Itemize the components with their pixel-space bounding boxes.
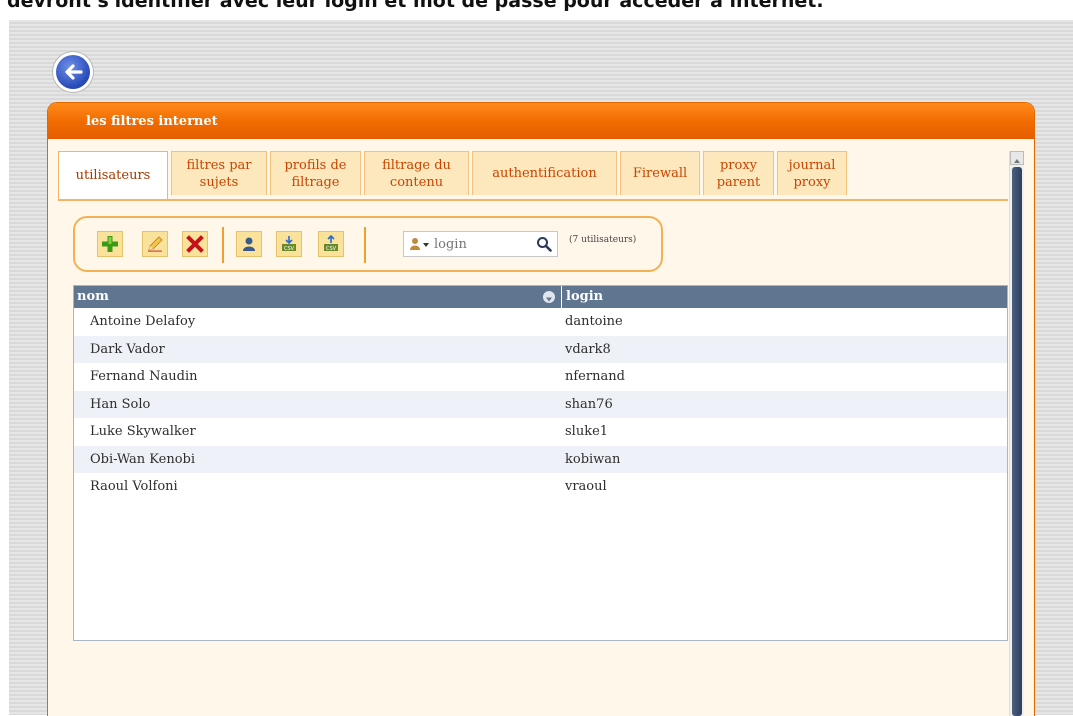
svg-text:CSV: CSV (284, 246, 295, 252)
back-arrow-icon (56, 55, 90, 89)
cell-nom: Han Solo (90, 396, 151, 412)
cell-nom: Obi-Wan Kenobi (90, 451, 196, 467)
tab-filtrage-du-contenu[interactable]: filtrage du contenu (364, 151, 469, 195)
delete-icon (186, 235, 204, 253)
cell-login: vraoul (565, 479, 607, 494)
search-box (403, 231, 558, 257)
add-icon (102, 236, 118, 252)
tab-journal-proxy[interactable]: journal proxy (777, 151, 847, 195)
table-row[interactable]: Obi-Wan Kenobi kobiwan (74, 445, 1007, 473)
table-row[interactable]: Luke Skywalker sluke1 (74, 418, 1007, 446)
toolbar-separator (222, 227, 224, 263)
toolbar: CSV CSV login (7 utilisateurs) (73, 216, 663, 272)
search-input[interactable] (434, 234, 529, 254)
tab-bar: utilisateurs filtres par sujets profils … (58, 151, 850, 199)
cell-nom: Raoul Volfoni (90, 479, 178, 494)
csv-export-button[interactable]: CSV (318, 231, 344, 257)
tab-profils-de-filtrage[interactable]: profils de filtrage (270, 151, 361, 195)
csv-export-icon: CSV (324, 235, 338, 252)
cell-login: dantoine (565, 314, 623, 329)
magnifier-icon[interactable] (536, 236, 552, 252)
table-header: nom login (74, 286, 1007, 308)
cell-nom: Fernand Naudin (90, 369, 198, 384)
page-caption: devront s'identifier avec leur login et … (7, 0, 824, 12)
svg-text:CSV: CSV (326, 246, 337, 252)
csv-import-button[interactable]: CSV (276, 231, 302, 257)
table-row[interactable]: Han Solo shan76 (74, 390, 1007, 418)
cell-login: kobiwan (565, 451, 621, 467)
tab-proxy-parent[interactable]: proxy parent (703, 151, 774, 195)
table-row[interactable]: Dark Vador vdark8 (74, 335, 1007, 363)
scroll-thumb[interactable] (1012, 167, 1022, 716)
table-row[interactable]: Raoul Volfoni vraoul (74, 473, 1007, 501)
column-header-label: nom (77, 289, 109, 304)
tab-authentification[interactable]: authentification (472, 151, 617, 195)
table-row[interactable]: Fernand Naudin nfernand (74, 363, 1007, 391)
filters-window: les filtres internet utilisateurs filtre… (47, 102, 1035, 716)
edit-button[interactable] (142, 231, 168, 257)
user-button[interactable] (236, 231, 262, 257)
cell-nom: Dark Vador (90, 341, 165, 357)
back-button[interactable] (53, 52, 93, 92)
column-header-nom[interactable]: nom (74, 286, 562, 308)
tab-filtres-par-sujets[interactable]: filtres par sujets (171, 151, 267, 195)
tab-firewall[interactable]: Firewall (620, 151, 700, 195)
cell-login: sluke1 (565, 424, 609, 439)
cell-login: nfernand (565, 369, 625, 384)
window-title: les filtres internet (48, 103, 1034, 139)
user-filter-icon[interactable] (409, 237, 431, 251)
delete-button[interactable] (182, 231, 208, 257)
user-icon (243, 237, 255, 251)
column-header-login[interactable]: login (562, 286, 1007, 308)
cell-login: shan76 (565, 396, 613, 412)
add-button[interactable] (97, 231, 123, 257)
edit-icon (148, 236, 163, 252)
vertical-scrollbar[interactable] (1009, 151, 1024, 716)
csv-import-icon: CSV (282, 236, 296, 252)
users-table: nom login Antoine Delafoy dantoine Dark … (73, 285, 1008, 641)
toolbar-separator (364, 227, 366, 263)
user-count: (7 utilisateurs) (569, 235, 637, 245)
cell-nom: Luke Skywalker (90, 424, 196, 439)
table-row[interactable]: Antoine Delafoy dantoine (74, 308, 1007, 336)
tab-utilisateurs[interactable]: utilisateurs (58, 151, 168, 199)
sort-icon[interactable] (543, 291, 555, 303)
cell-login: vdark8 (565, 341, 611, 357)
tab-content: CSV CSV login (7 utilisateurs) nom login… (58, 201, 1008, 716)
cell-nom: Antoine Delafoy (90, 314, 196, 329)
scroll-up-button[interactable] (1010, 151, 1024, 165)
